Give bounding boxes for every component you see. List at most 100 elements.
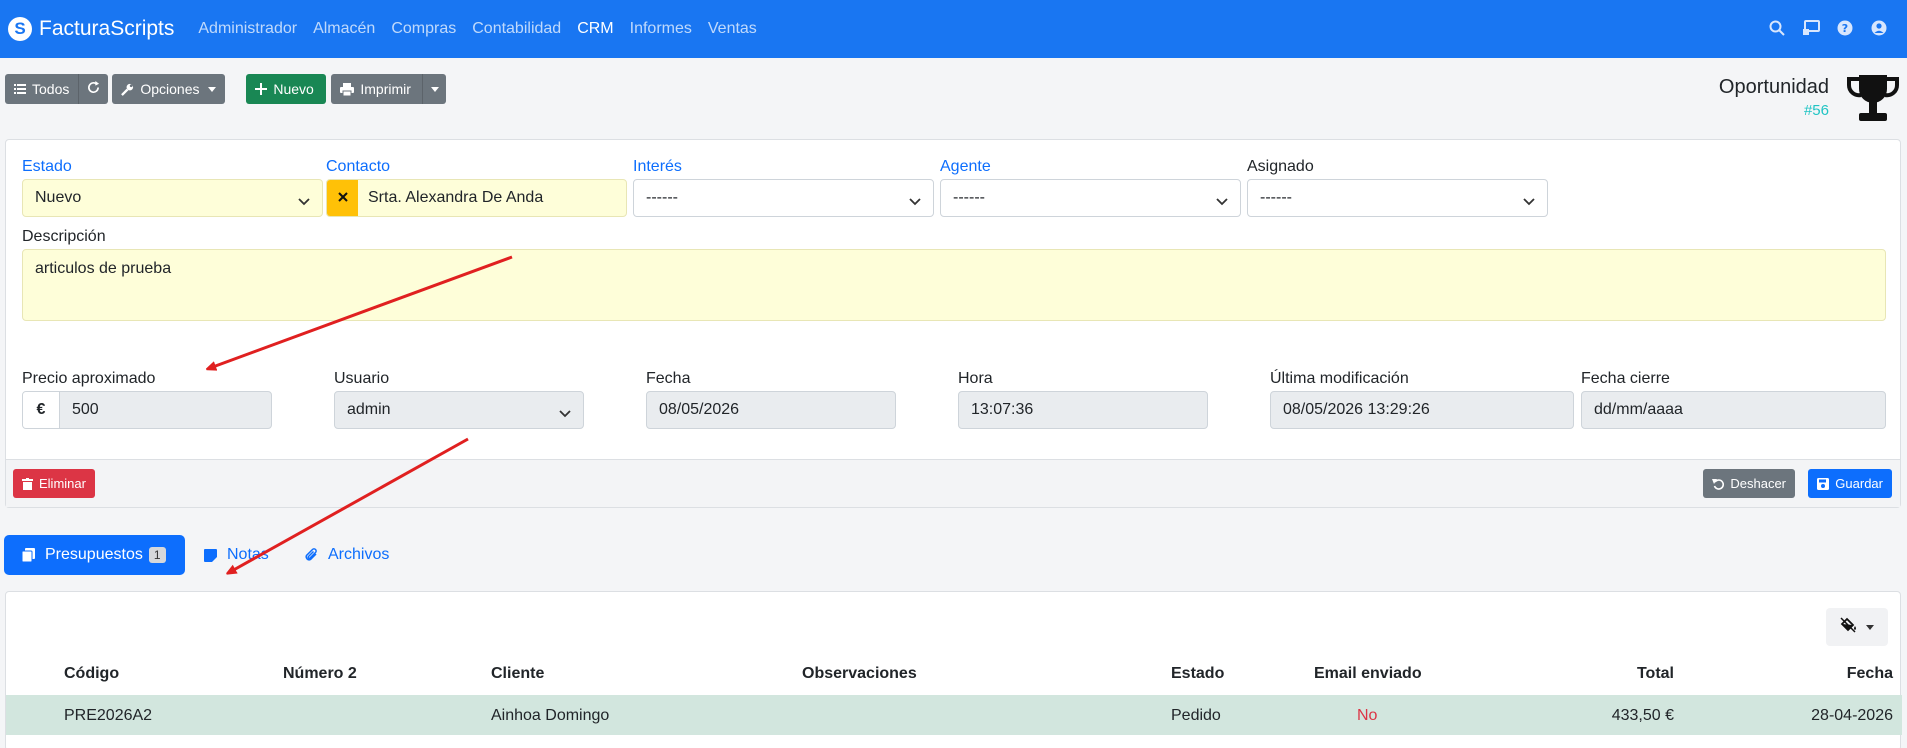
help-icon[interactable]: ? — [1835, 18, 1855, 38]
save-button[interactable]: Guardar — [1808, 469, 1892, 498]
page-title: Oportunidad — [1718, 76, 1829, 98]
agente-select[interactable]: ------ — [940, 179, 1241, 217]
tab-notas[interactable]: Notas — [204, 535, 269, 575]
column-header-estado[interactable]: Estado — [1171, 665, 1224, 683]
ultima-modificacion-input[interactable]: 08/05/2026 13:29:26 — [1270, 391, 1574, 429]
chevron-down-icon — [1216, 193, 1228, 211]
agente-label[interactable]: Agente — [940, 158, 991, 176]
paperclip-icon — [305, 548, 318, 562]
printer-icon — [340, 82, 355, 96]
column-header-cliente[interactable]: Cliente — [491, 665, 544, 683]
search-icon[interactable] — [1767, 18, 1787, 38]
interes-select[interactable]: ------ — [633, 179, 934, 217]
chevron-down-icon — [909, 193, 921, 211]
color-options-button[interactable] — [1826, 608, 1888, 646]
record-number: #56 — [1803, 102, 1829, 119]
brand[interactable]: S FacturaScripts — [8, 17, 174, 41]
fecha-cierre-placeholder: dd/mm/aaaa — [1594, 401, 1683, 418]
tab-presupuestos[interactable]: Presupuestos 1 — [4, 535, 185, 575]
menu-ventas[interactable]: Ventas — [708, 20, 757, 38]
descripcion-label: Descripción — [22, 228, 106, 245]
save-icon — [1817, 477, 1830, 490]
refresh-button[interactable] — [78, 74, 109, 104]
list-icon — [14, 83, 26, 95]
all-button-label: Todos — [32, 81, 70, 97]
toolbar: Todos Opciones Nuevo Imprimir — [5, 74, 447, 104]
delete-button-label: Eliminar — [39, 476, 86, 491]
cell-cliente: Ainhoa Domingo — [491, 707, 610, 724]
caret-down-icon — [207, 86, 216, 92]
column-header-total[interactable]: Total — [1637, 665, 1674, 683]
agente-value: ------ — [953, 189, 985, 206]
tab-archivos-label: Archivos — [328, 546, 390, 563]
cell-estado: Pedido — [1171, 707, 1221, 724]
undo-icon — [1712, 478, 1725, 490]
contacto-label[interactable]: Contacto — [326, 158, 390, 176]
fecha-label: Fecha — [646, 370, 691, 387]
undo-button-label: Deshacer — [1730, 476, 1786, 491]
new-button[interactable]: Nuevo — [246, 74, 327, 104]
column-header-codigo[interactable]: Código — [64, 665, 119, 683]
clear-contact-button[interactable] — [327, 180, 358, 216]
options-button[interactable]: Opciones — [112, 74, 226, 104]
caret-down-icon — [1866, 624, 1874, 630]
note-icon — [204, 548, 217, 562]
cell-fecha: 28-04-2026 — [1811, 707, 1893, 724]
usuario-select[interactable]: admin — [334, 391, 584, 429]
estado-label[interactable]: Estado — [22, 158, 72, 176]
cell-email-enviado: No — [1357, 707, 1378, 724]
ultima-modificacion-label: Última modificación — [1270, 370, 1409, 387]
column-header-fecha[interactable]: Fecha — [1847, 665, 1893, 683]
caret-down-icon — [431, 86, 440, 92]
menu-informes[interactable]: Informes — [630, 20, 692, 38]
asignado-label: Asignado — [1247, 158, 1314, 175]
asignado-value: ------ — [1260, 189, 1292, 206]
all-button[interactable]: Todos — [5, 74, 79, 104]
fecha-value: 08/05/2026 — [659, 401, 740, 418]
hora-value: 13:07:36 — [971, 401, 1034, 418]
column-header-email-enviado[interactable]: Email enviado — [1314, 665, 1422, 683]
hora-label: Hora — [958, 370, 993, 387]
fecha-cierre-label: Fecha cierre — [1581, 370, 1670, 387]
user-icon[interactable] — [1869, 18, 1889, 38]
column-header-observaciones[interactable]: Observaciones — [802, 665, 917, 683]
cell-codigo[interactable]: PRE2026A2 — [64, 707, 152, 725]
undo-button[interactable]: Deshacer — [1703, 469, 1795, 498]
delete-button[interactable]: Eliminar — [13, 469, 95, 498]
menu-almacen[interactable]: Almacén — [313, 20, 375, 38]
tab-notas-label: Notas — [227, 546, 269, 563]
descripcion-value: articulos de prueba — [35, 260, 172, 277]
form-footer: Eliminar Deshacer Guardar — [6, 459, 1900, 507]
new-button-label: Nuevo — [273, 81, 314, 97]
contacto-field: Srta. Alexandra De Anda — [326, 179, 627, 217]
close-icon — [337, 189, 348, 207]
monitor-icon[interactable] — [1801, 18, 1821, 38]
print-button[interactable]: Imprimir — [331, 74, 423, 104]
asignado-select[interactable]: ------ — [1247, 179, 1548, 217]
menu-contabilidad[interactable]: Contabilidad — [472, 20, 561, 38]
brand-name: FacturaScripts — [39, 17, 175, 40]
fecha-cierre-input[interactable]: dd/mm/aaaa — [1581, 391, 1886, 429]
count-badge: 1 — [148, 547, 166, 563]
top-navbar: S FacturaScripts Administrador Almacén C… — [0, 0, 1907, 58]
estado-value: Nuevo — [35, 189, 82, 206]
chevron-down-icon — [298, 193, 310, 211]
hora-input[interactable]: 13:07:36 — [958, 391, 1208, 429]
tab-archivos[interactable]: Archivos — [305, 535, 389, 575]
column-header-numero2[interactable]: Número 2 — [283, 665, 357, 683]
interes-value: ------ — [646, 189, 678, 206]
menu-crm[interactable]: CRM — [577, 20, 613, 38]
refresh-icon — [87, 81, 100, 97]
page-title-block: Oportunidad #56 — [1719, 76, 1829, 119]
precio-input[interactable]: 500 — [72, 401, 99, 419]
menu-administrador[interactable]: Administrador — [198, 20, 297, 38]
chevron-down-icon — [559, 405, 571, 423]
usuario-label: Usuario — [334, 370, 390, 387]
print-dropdown-toggle[interactable] — [422, 74, 447, 104]
contacto-value[interactable]: Srta. Alexandra De Anda — [368, 189, 543, 207]
menu-compras[interactable]: Compras — [391, 20, 456, 38]
estado-select[interactable]: Nuevo — [22, 179, 323, 217]
interes-label[interactable]: Interés — [633, 158, 682, 176]
descripcion-textarea[interactable]: articulos de prueba — [22, 249, 1886, 321]
fecha-input[interactable]: 08/05/2026 — [646, 391, 896, 429]
